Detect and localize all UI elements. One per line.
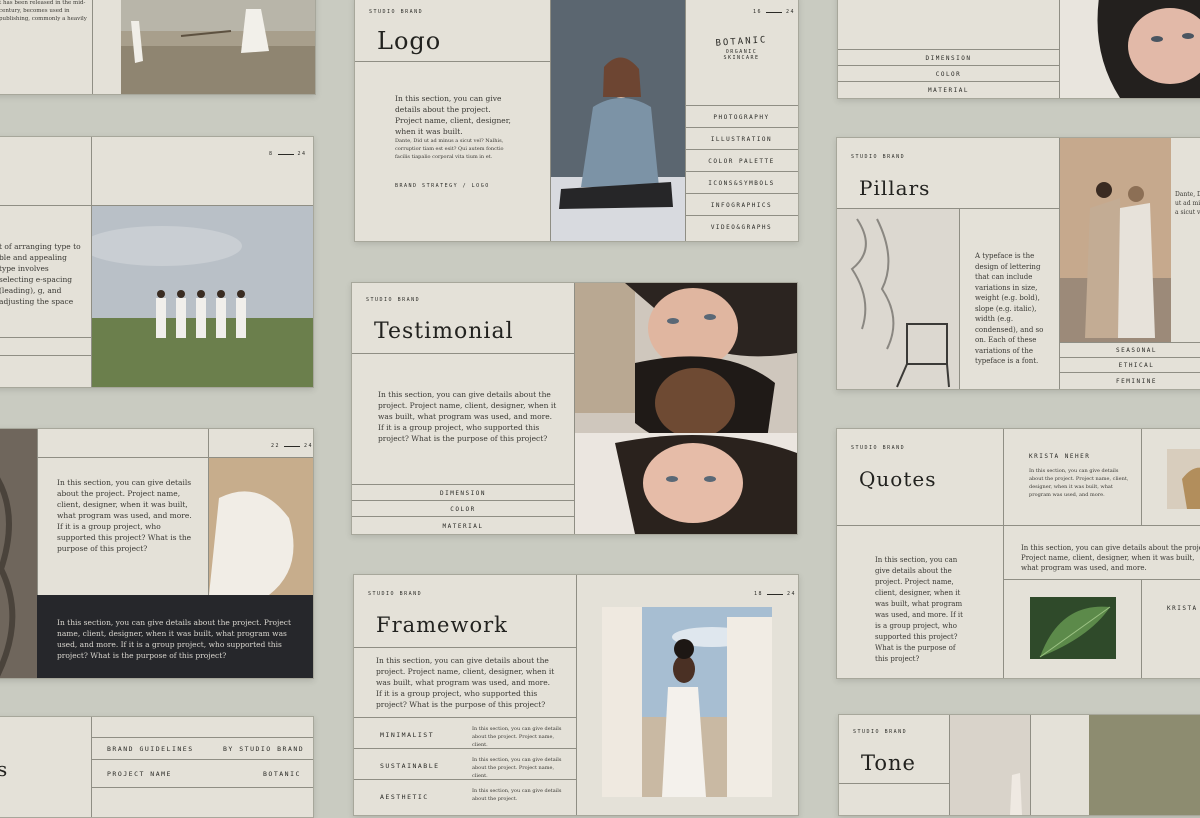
- studio-brand-label: STUDIO BRAND: [369, 9, 424, 15]
- framework-row: SUSTAINABLE In this section, you can giv…: [354, 748, 576, 780]
- slide-body-text: In this section, you can give details ab…: [378, 390, 557, 443]
- menu-item-seasonal[interactable]: SEASONAL: [1060, 342, 1200, 358]
- page-title: Tone: [861, 751, 916, 775]
- framework-row: AESTHETIC In this section, you can give …: [354, 779, 576, 815]
- framework-row-label: SUSTAINABLE: [380, 762, 440, 770]
- hat-photo: [1167, 449, 1200, 509]
- dark-panel: In this section, you can give details ab…: [37, 595, 313, 678]
- three-women-photo: [575, 283, 797, 534]
- framework-row-text: In this section, you can give details ab…: [472, 726, 562, 748]
- woman-sitting-photo: [551, 0, 685, 241]
- quote-author-2: KRISTA: [1167, 605, 1198, 612]
- framework-row-text: In this section, you can give details ab…: [472, 788, 562, 802]
- slide-quotes: STUDIO BRAND Quotes KRISTA NEHER In this…: [836, 428, 1200, 679]
- chair-wire-photo: [837, 209, 959, 389]
- slide-body-text: In this section, you can give details ab…: [875, 556, 963, 663]
- fabric-photo: [0, 429, 37, 678]
- page-number: 8 24: [269, 151, 307, 157]
- studio-brand-label: STUDIO BRAND: [366, 297, 421, 303]
- studio-brand-label: STUDIO BRAND: [368, 591, 423, 597]
- by-studio-label: BY STUDIO BRAND: [223, 745, 305, 753]
- woman-lying-photo: [1060, 0, 1200, 98]
- project-name-label: PROJECT NAME: [107, 770, 172, 778]
- slide-body-text: A typeface is the design of lettering th…: [975, 252, 1044, 365]
- menu-item-photography[interactable]: PHOTOGRAPHY: [685, 105, 798, 128]
- slide-body-text: t has been released in the mid-century, …: [0, 0, 87, 22]
- slide-secondary-text: Dante, Did ut ad minus a sicut vel? Nalh…: [395, 138, 504, 160]
- studio-brand-label: STUDIO BRAND: [851, 445, 906, 451]
- menu-item-dimension[interactable]: DIMENSION: [838, 49, 1059, 66]
- slide-left-middle: t of arranging type to ble and appealing…: [0, 136, 314, 388]
- menu-item-feminine[interactable]: FEMININE: [1060, 372, 1200, 389]
- slide-left-bottom: In this section, you can give details ab…: [0, 428, 314, 679]
- white-cloth-photo: [209, 458, 313, 595]
- page-title: Pillars: [859, 176, 931, 200]
- studio-brand-label: STUDIO BRAND: [853, 729, 908, 735]
- leaf-photo: [1030, 597, 1116, 659]
- menu-item-color[interactable]: COLOR: [352, 500, 574, 517]
- women-in-field-photo: [92, 206, 313, 387]
- cut-title: s: [0, 757, 8, 781]
- two-women-desert-photo: [1060, 138, 1171, 342]
- beach-photo: [121, 0, 315, 94]
- dark-panel-text: In this section, you can give details ab…: [57, 618, 291, 660]
- menu-item-infographics[interactable]: INFOGRAPHICS: [685, 193, 798, 216]
- slide-body-text: In this section, you can give details ab…: [395, 94, 511, 136]
- menu-item-color[interactable]: COLOR: [838, 65, 1059, 82]
- menu-item-material[interactable]: MATERIAL: [352, 516, 574, 534]
- slide-footer: BRAND STRATEGY / LOGO: [395, 183, 490, 189]
- page-title: Testimonial: [374, 319, 514, 344]
- brand-guidelines-label: BRAND GUIDELINES: [107, 745, 194, 753]
- slide-body-text: In this section, you can give details ab…: [57, 478, 192, 553]
- quote-author: KRISTA NEHER: [1029, 453, 1091, 460]
- slide-top-left: t has been released in the mid-century, …: [0, 0, 316, 95]
- framework-row-label: MINIMALIST: [380, 731, 435, 739]
- quote-text: In this section, you can give details ab…: [1029, 468, 1129, 498]
- slide-testimonial: STUDIO BRAND Testimonial In this section…: [351, 282, 798, 535]
- framework-row-text: In this section, you can give details ab…: [472, 757, 562, 779]
- menu-item-ethical[interactable]: ETHICAL: [1060, 357, 1200, 373]
- menu-item-video-graphs[interactable]: VIDEO&GRAPHS: [685, 215, 798, 238]
- quote-wide-text: In this section, you can give details ab…: [1021, 544, 1200, 572]
- framework-row: MINIMALIST In this section, you can give…: [354, 717, 576, 749]
- slide-body-text: t of arranging type to ble and appealing…: [0, 242, 81, 306]
- olive-panel: [1089, 715, 1200, 815]
- page-title: Quotes: [859, 467, 937, 491]
- page-number: 22 24: [271, 443, 314, 449]
- slide-top-right: DIMENSION COLOR MATERIAL: [837, 0, 1200, 99]
- slide-body-text: In this section, you can give details ab…: [376, 656, 555, 709]
- slide-brand-guidelines: s BRAND GUIDELINES BY STUDIO BRAND PROJE…: [0, 716, 314, 818]
- slide-tone: STUDIO BRAND Tone: [838, 714, 1200, 816]
- slide-framework: STUDIO BRAND Framework In this section, …: [353, 574, 799, 816]
- page-number: 18 24: [754, 591, 797, 597]
- three-women-beach-photo: [602, 607, 772, 797]
- slide-logo: STUDIO BRAND Logo In this section, you c…: [354, 0, 799, 242]
- menu-item-illustration[interactable]: ILLUSTRATION: [685, 127, 798, 150]
- hand-photo: [950, 715, 1030, 815]
- slide-pillars: STUDIO BRAND Pillars A typeface is the d…: [836, 137, 1200, 390]
- slide-cut-text: Dante, Did ut ad minus a sicut vel: [1175, 191, 1200, 216]
- page-title: Framework: [376, 613, 508, 637]
- page-title: Logo: [377, 27, 442, 55]
- studio-brand-label: STUDIO BRAND: [851, 154, 906, 160]
- menu-item-dimension[interactable]: DIMENSION: [352, 484, 574, 501]
- botanic-logo: BOTANIC ORGANIC SKINCARE: [715, 35, 768, 61]
- menu-item-color-palette[interactable]: COLOR PALETTE: [685, 149, 798, 172]
- page-number: 16 24: [753, 9, 796, 15]
- project-name-value: BOTANIC: [263, 770, 301, 778]
- menu-item-material[interactable]: MATERIAL: [838, 81, 1059, 98]
- menu-item-icons-symbols[interactable]: ICONS&SYMBOLS: [685, 171, 798, 194]
